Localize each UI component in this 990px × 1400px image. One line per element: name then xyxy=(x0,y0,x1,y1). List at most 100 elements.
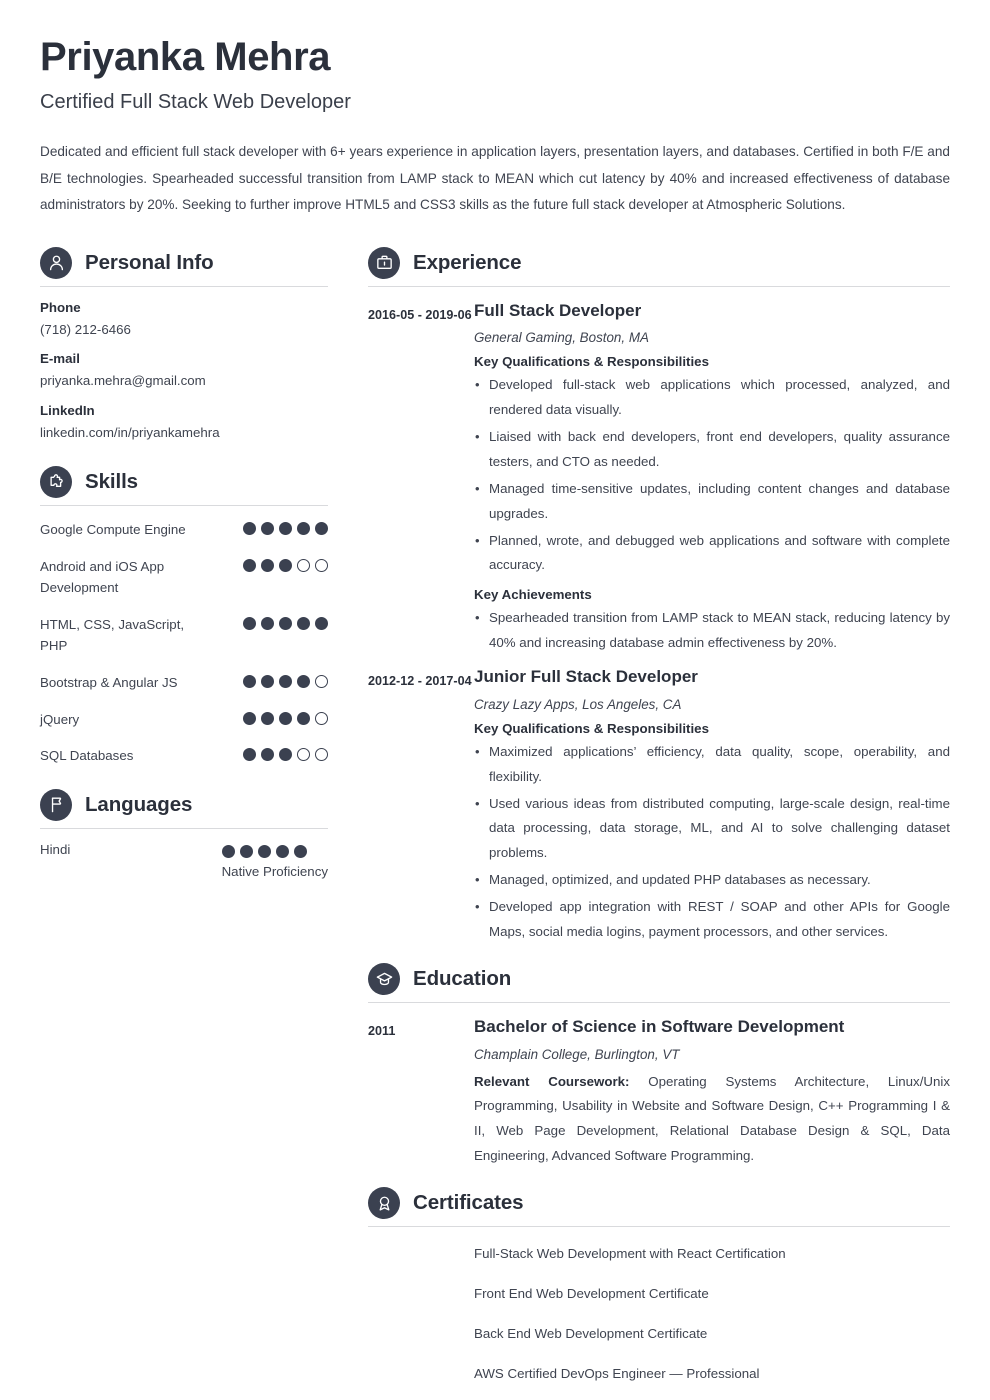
skill-name: Android and iOS App Development xyxy=(40,558,165,596)
rating-dot-filled xyxy=(297,616,310,630)
rating-dot-filled xyxy=(261,748,274,762)
skills-header: Skills xyxy=(40,466,328,505)
rating-dot-filled xyxy=(243,674,256,688)
section-languages: Languages Hindi Native Proficiency xyxy=(40,788,328,879)
linkedin-value[interactable]: linkedin.com/in/priyankamehra xyxy=(40,424,328,443)
experience-bullet: Spearheaded transition from LAMP stack t… xyxy=(474,606,950,656)
experience-bullet: Used various ideas from distributed comp… xyxy=(474,792,950,867)
rating-dot-filled xyxy=(297,674,310,688)
section-experience: Experience 2016-05 - 2019-06 Full Stack D… xyxy=(368,246,950,946)
rating-dot-filled xyxy=(293,844,307,858)
rating-dot-filled xyxy=(243,558,256,572)
rating-dot-filled xyxy=(243,616,256,630)
sidebar-column: Personal Info Phone (718) 212-6466 E-mai… xyxy=(40,246,328,883)
award-ribbon-icon xyxy=(368,1187,400,1220)
rating-dot-filled xyxy=(261,711,274,725)
candidate-job-title: Certified Full Stack Web Developer xyxy=(40,91,351,113)
certificates-divider xyxy=(368,1226,950,1228)
rating-dot-filled xyxy=(275,844,289,858)
rating-dot-empty xyxy=(297,748,310,762)
certificates-list: Full-Stack Web Development with React Ce… xyxy=(368,1240,950,1384)
experience-bullet: Planned, wrote, and debugged web applica… xyxy=(474,529,950,579)
language-level: Native Proficiency xyxy=(221,863,328,879)
graduation-cap-icon xyxy=(368,963,400,996)
experience-company: Crazy Lazy Apps, Los Angeles, CA xyxy=(474,696,682,712)
section-education: Education 2011 Bachelor of Science in Sof… xyxy=(368,963,950,1169)
professional-summary: Dedicated and efficient full stack devel… xyxy=(40,144,950,212)
skill-row: Google Compute Engine xyxy=(40,519,328,541)
rating-dots xyxy=(243,556,328,572)
education-entry: 2011 Bachelor of Science in Software Deve… xyxy=(368,1016,950,1169)
experience-divider xyxy=(368,285,950,287)
email-value[interactable]: priyanka.mehra@gmail.com xyxy=(40,372,328,391)
experience-title: Experience xyxy=(413,250,522,274)
skill-name: HTML, CSS, JavaScript, PHP xyxy=(40,616,185,654)
rating-dot-filled xyxy=(279,522,292,536)
education-header: Education xyxy=(368,963,950,1002)
experience-header: Experience xyxy=(368,246,950,286)
languages-list: Hindi Native Proficiency xyxy=(40,842,328,879)
certificate-item: Full-Stack Web Development with React Ce… xyxy=(474,1246,786,1262)
rating-dot-filled xyxy=(239,844,253,858)
language-name: Hindi xyxy=(40,841,71,857)
experience-date: 2012-12 - 2017-04 xyxy=(368,674,472,689)
personal-info-divider xyxy=(40,285,328,287)
section-certificates: Certificates Full-Stack Web Development … xyxy=(368,1187,950,1384)
skills-divider xyxy=(40,505,328,507)
education-coursework-label: Relevant Coursework: xyxy=(474,1073,630,1089)
puzzle-piece-icon xyxy=(40,466,72,499)
skill-name: Bootstrap & Angular JS xyxy=(40,674,178,690)
section-personal-info: Personal Info Phone (718) 212-6466 E-mai… xyxy=(40,246,328,443)
experience-bullet: Managed, optimized, and updated PHP data… xyxy=(474,868,950,893)
skill-row: jQuery xyxy=(40,709,328,731)
experience-bullet: Developed app integration with REST / SO… xyxy=(474,895,950,945)
experience-bullet-list: Developed full-stack web applications wh… xyxy=(474,373,950,579)
rating-dot-filled xyxy=(243,748,256,762)
candidate-name: Priyanka Mehra xyxy=(40,35,331,79)
experience-company: General Gaming, Boston, MA xyxy=(474,329,649,345)
rating-dot-empty xyxy=(315,748,328,762)
user-icon xyxy=(40,246,72,279)
experience-group-heading: Key Qualifications & Responsibilities xyxy=(474,353,709,369)
rating-dots xyxy=(221,842,328,858)
rating-dot-filled xyxy=(261,616,274,630)
certificates-title: Certificates xyxy=(413,1191,524,1215)
language-row: Hindi Native Proficiency xyxy=(40,842,328,879)
rating-dots xyxy=(243,672,328,688)
languages-divider xyxy=(40,827,328,829)
rating-dot-empty xyxy=(315,711,328,725)
experience-job-title: Full Stack Developer xyxy=(474,300,642,320)
education-divider xyxy=(368,1002,950,1004)
main-column: Experience 2016-05 - 2019-06 Full Stack D… xyxy=(328,246,950,1400)
certificates-header: Certificates xyxy=(368,1187,950,1226)
education-coursework: Relevant Coursework: Operating Systems A… xyxy=(474,1073,951,1164)
phone-value: (718) 212-6466 xyxy=(40,321,131,337)
certificate-item: Back End Web Development Certificate xyxy=(474,1326,708,1342)
linkedin-label: LinkedIn xyxy=(40,402,95,418)
resume-body: Personal Info Phone (718) 212-6466 E-mai… xyxy=(40,246,950,1400)
certificate-item: AWS Certified DevOps Engineer — Professi… xyxy=(474,1366,760,1382)
rating-dot-filled xyxy=(279,711,292,725)
rating-dot-empty xyxy=(315,674,328,688)
rating-dot-filled xyxy=(315,522,328,536)
experience-bullet: Liaised with back end developers, front … xyxy=(474,425,950,475)
experience-bullet: Managed time-sensitive updates, includin… xyxy=(474,477,950,527)
experience-job-title: Junior Full Stack Developer xyxy=(474,667,698,687)
education-degree: Bachelor of Science in Software Developm… xyxy=(474,1017,845,1037)
languages-title: Languages xyxy=(85,792,193,816)
rating-dot-empty xyxy=(297,558,310,572)
rating-dots xyxy=(243,745,328,762)
personal-info-title: Personal Info xyxy=(85,250,214,274)
rating-dot-filled xyxy=(261,674,274,688)
rating-dot-filled xyxy=(279,558,292,572)
rating-dot-filled xyxy=(315,616,328,630)
education-detail: Bachelor of Science in Software Developm… xyxy=(474,1016,950,1169)
resume-page: Priyanka Mehra Certified Full Stack Web … xyxy=(0,0,990,1400)
rating-dot-empty xyxy=(315,558,328,572)
personal-info-header: Personal Info xyxy=(40,246,328,286)
education-school: Champlain College, Burlington, VT xyxy=(474,1046,680,1062)
skill-name: Google Compute Engine xyxy=(40,522,186,538)
rating-dot-filled xyxy=(221,844,235,858)
experience-detail: Junior Full Stack Developer Crazy Lazy Ap… xyxy=(474,666,950,945)
flag-icon xyxy=(40,788,72,821)
